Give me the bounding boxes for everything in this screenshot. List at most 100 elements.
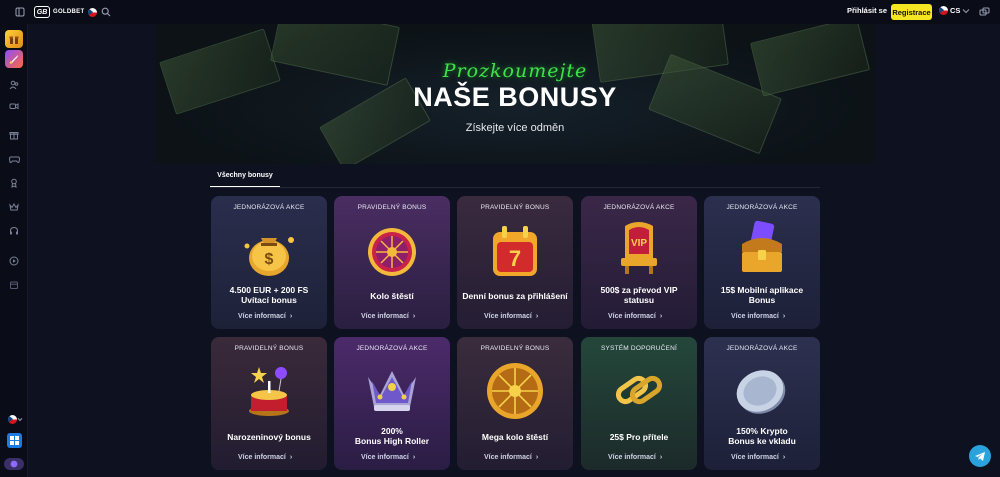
chevron-down-icon xyxy=(963,8,970,13)
play-circle-icon xyxy=(9,256,19,266)
logo-mark: GB xyxy=(34,6,50,18)
svg-text:$: $ xyxy=(265,251,274,268)
top-bar: GB GOLDBET Přihlásit se Registrace CS xyxy=(0,0,1000,24)
sidebar-item-calendar[interactable] xyxy=(5,276,23,294)
sidebar-item-sports[interactable] xyxy=(5,76,23,94)
calendar-icon: 7 xyxy=(493,226,537,276)
more-info-label: Více informací xyxy=(361,313,409,320)
chevron-right-icon: › xyxy=(412,313,416,320)
hero-subtitle: Získejte více odměn xyxy=(465,122,565,134)
sidebar-toggle-icon[interactable] xyxy=(11,3,29,21)
more-info-label: Více informací xyxy=(608,454,656,461)
card-tag: SYSTÉM DOPORUČENÍ xyxy=(601,345,677,352)
more-info-link[interactable]: Více informací › xyxy=(238,454,292,461)
card-title-secondary: statusu xyxy=(623,295,655,305)
chain-link-icon xyxy=(615,375,663,405)
more-info-link[interactable]: Více informací › xyxy=(731,454,785,461)
more-info-link[interactable]: Více informací › xyxy=(361,313,415,320)
sidebar-item-featured[interactable] xyxy=(5,50,23,68)
more-info-label: Více informací xyxy=(484,313,532,320)
chevron-right-icon: › xyxy=(659,313,663,320)
more-info-label: Více informací xyxy=(608,313,656,320)
card-title: 500$ za převod VIP xyxy=(600,285,678,295)
more-info-link[interactable]: Více informací › xyxy=(484,313,538,320)
czech-flag-icon xyxy=(7,414,17,424)
register-button[interactable]: Registrace xyxy=(891,4,932,20)
more-info-link[interactable]: Více informací › xyxy=(608,313,662,320)
windows-icon xyxy=(10,436,19,445)
birthday-cake-icon xyxy=(249,367,289,416)
card-title-secondary: Bonus ke vkladu xyxy=(728,436,796,446)
card-title: Denní bonus za přihlášení xyxy=(462,291,568,301)
tab-all-bonuses[interactable]: Všechny bonusy xyxy=(210,172,280,184)
chevron-right-icon: › xyxy=(659,454,663,461)
users-icon xyxy=(9,80,19,90)
sidebar-item-history[interactable] xyxy=(5,252,23,270)
chevron-right-icon: › xyxy=(535,454,539,461)
login-button[interactable]: Přihlásit se xyxy=(847,6,887,15)
bonus-card[interactable]: JEDNORÁZOVÁ AKCE 150% Krypto Bonus ke vk… xyxy=(704,337,820,470)
bonus-card[interactable]: JEDNORÁZOVÁ AKCE 15$ Mobilní aplikace Bo… xyxy=(704,196,820,329)
more-info-label: Více informací xyxy=(731,313,779,320)
bonus-card[interactable]: JEDNORÁZOVÁ AKCE $ 4.500 EUR + 200 FS Uv… xyxy=(211,196,327,329)
more-info-link[interactable]: Více informací › xyxy=(238,313,292,320)
more-info-link[interactable]: Více informací › xyxy=(484,454,538,461)
more-info-link[interactable]: Více informací › xyxy=(361,454,415,461)
logo-text: GOLDBET xyxy=(53,9,85,15)
czech-flag-icon xyxy=(939,6,948,15)
more-info-link[interactable]: Více informací › xyxy=(731,313,785,320)
bonus-card[interactable]: JEDNORÁZOVÁ AKCE VIP 500$ za převod VIP … xyxy=(581,196,697,329)
chevron-right-icon: › xyxy=(782,313,786,320)
bonus-card[interactable]: PRAVIDELNÝ BONUS 7 Denní bonus za přihlá… xyxy=(457,196,573,329)
headset-icon xyxy=(10,226,18,235)
card-tag: JEDNORÁZOVÁ AKCE xyxy=(726,204,798,211)
chat-icon[interactable] xyxy=(975,3,993,21)
more-info-link[interactable]: Více informací › xyxy=(608,454,662,461)
sidebar-language-selector[interactable] xyxy=(5,410,25,428)
telegram-button[interactable] xyxy=(969,445,991,467)
video-icon xyxy=(9,103,19,110)
sidebar-item-support[interactable] xyxy=(5,222,23,240)
crypto-coin-icon xyxy=(736,370,786,414)
sidebar-item-windows-app[interactable] xyxy=(7,433,22,448)
sidebar-item-games[interactable] xyxy=(5,150,23,168)
bonus-card[interactable]: PRAVIDELNÝ BONUS Mega kolo štěstí Více i… xyxy=(457,337,573,470)
wheel-icon xyxy=(368,228,416,276)
language-label: CS xyxy=(950,6,961,15)
card-title: 150% Krypto xyxy=(736,426,788,436)
crown-icon xyxy=(9,202,19,211)
search-icon[interactable] xyxy=(97,3,115,21)
chevron-right-icon: › xyxy=(412,454,416,461)
card-title-secondary: Bonus xyxy=(748,295,776,305)
card-tag: PRAVIDELNÝ BONUS xyxy=(357,204,427,211)
language-selector[interactable]: CS xyxy=(939,6,970,15)
sidebar-item-tournaments[interactable] xyxy=(5,174,23,192)
bonus-card[interactable]: PRAVIDELNÝ BONUS Kolo štěstí Více inform… xyxy=(334,196,450,329)
card-tag: PRAVIDELNÝ BONUS xyxy=(480,345,550,352)
sidebar-item-bonuses[interactable] xyxy=(5,126,23,144)
chevron-right-icon: › xyxy=(289,454,293,461)
telegram-icon xyxy=(975,451,985,461)
page-title: NAŠE BONUSY xyxy=(413,82,617,112)
tab-divider xyxy=(210,187,820,188)
card-tag: JEDNORÁZOVÁ AKCE xyxy=(603,204,675,211)
more-info-label: Více informací xyxy=(361,454,409,461)
card-tag: PRAVIDELNÝ BONUS xyxy=(480,204,550,211)
sidebar-item-live[interactable] xyxy=(5,97,23,115)
bonus-card[interactable]: JEDNORÁZOVÁ AKCE 200% Bonus High Roller … xyxy=(334,337,450,470)
chevron-right-icon: › xyxy=(782,454,786,461)
svg-text:VIP: VIP xyxy=(631,238,647,249)
crown-icon xyxy=(368,371,416,411)
bonus-card[interactable]: PRAVIDELNÝ BONUS Narozeninový bonus Více… xyxy=(211,337,327,470)
gift-icon xyxy=(9,132,19,140)
svg-text:7: 7 xyxy=(509,246,521,271)
logo[interactable]: GB GOLDBET xyxy=(34,6,98,18)
sidebar-item-promo[interactable] xyxy=(5,30,23,48)
gamepad-icon xyxy=(8,156,20,163)
bonus-card[interactable]: SYSTÉM DOPORUČENÍ 25$ Pro přítele Více i… xyxy=(581,337,697,470)
treasure-chest-icon xyxy=(742,220,782,272)
card-title-secondary: Uvítací bonus xyxy=(241,295,297,305)
more-info-label: Více informací xyxy=(238,454,286,461)
sidebar-item-vip[interactable] xyxy=(5,198,23,216)
sidebar-theme-toggle[interactable] xyxy=(4,458,24,470)
